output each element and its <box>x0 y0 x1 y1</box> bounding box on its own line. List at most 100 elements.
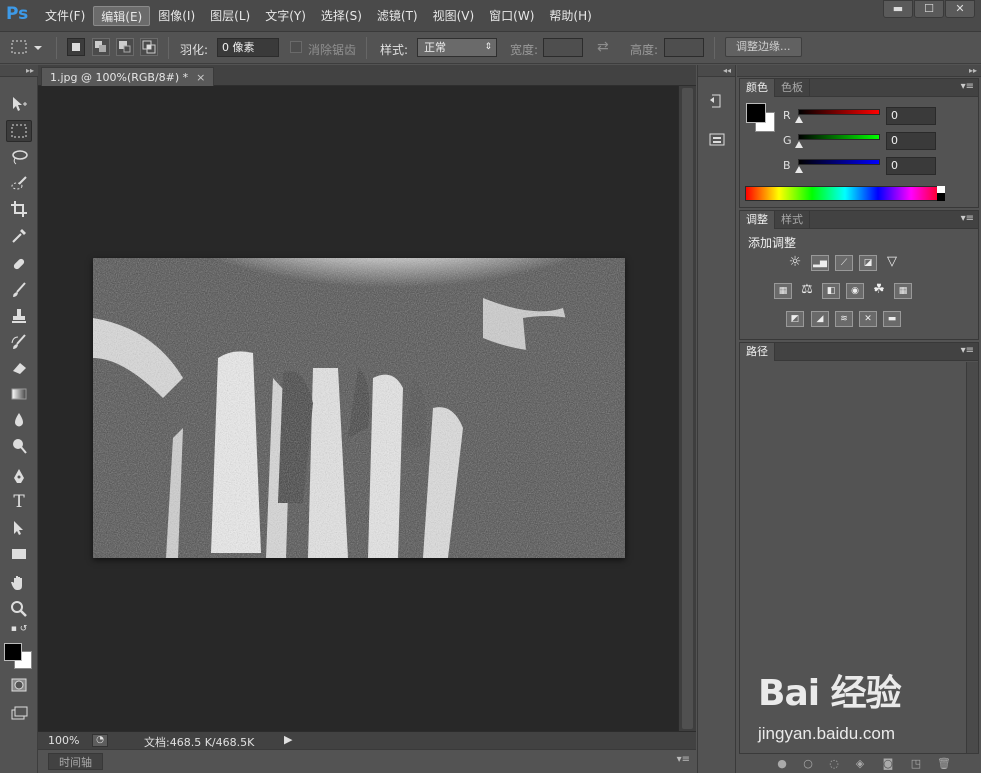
invert-icon[interactable]: ◩ <box>786 311 804 327</box>
dodge-tool-icon[interactable] <box>6 435 32 457</box>
tab-adjustments[interactable]: 调整 <box>740 211 775 229</box>
move-tool-icon[interactable] <box>6 93 32 115</box>
r-slider-track[interactable] <box>798 109 880 115</box>
tab-paths[interactable]: 路径 <box>740 343 775 361</box>
new-path-icon[interactable]: ◳ <box>909 757 923 771</box>
pen-tool-icon[interactable] <box>6 465 32 487</box>
close-button[interactable]: ✕ <box>945 0 975 18</box>
curves-icon[interactable]: ⟋ <box>835 255 853 271</box>
g-slider-track[interactable] <box>798 134 880 140</box>
zoom-level[interactable]: 100% <box>48 734 79 747</box>
eyedropper-tool-icon[interactable] <box>6 225 32 247</box>
b-value-input[interactable]: 0 <box>886 157 936 175</box>
foreground-color-swatch[interactable] <box>4 643 22 661</box>
panel-menu-icon[interactable]: ▾≡ <box>961 345 974 356</box>
status-info-icon[interactable]: ◔ <box>92 734 108 747</box>
menu-help[interactable]: 帮助(H) <box>542 6 598 26</box>
history-brush-tool-icon[interactable] <box>6 331 32 353</box>
height-input[interactable] <box>664 38 704 57</box>
hand-tool-icon[interactable] <box>6 572 32 594</box>
r-value-input[interactable]: 0 <box>886 107 936 125</box>
vertical-scrollbar[interactable] <box>678 86 696 731</box>
history-panel-icon[interactable] <box>706 91 728 113</box>
canvas-area[interactable] <box>38 86 678 731</box>
zoom-tool-icon[interactable] <box>6 598 32 620</box>
collapse-icon[interactable]: ◂◂ <box>698 65 735 77</box>
document-tab[interactable]: 1.jpg @ 100%(RGB/8#) * × <box>41 67 215 86</box>
default-colors-icon[interactable]: ▪ ↺ <box>6 621 32 637</box>
b-slider-track[interactable] <box>798 159 880 165</box>
make-work-path-icon[interactable]: ◈ <box>853 757 867 771</box>
black-white-icon[interactable]: ◧ <box>822 283 840 299</box>
black-white-ramp[interactable] <box>937 186 945 201</box>
width-input[interactable] <box>543 38 583 57</box>
menu-edit[interactable]: 编辑(E) <box>93 6 151 26</box>
menu-select[interactable]: 选择(S) <box>314 6 369 26</box>
load-selection-icon[interactable]: ◌ <box>827 757 841 771</box>
collapse-icon[interactable]: ▸▸ <box>0 65 38 77</box>
healing-brush-tool-icon[interactable] <box>6 253 32 275</box>
trash-icon[interactable]: 🗑 <box>937 757 951 771</box>
exposure-icon[interactable]: ◪ <box>859 255 877 271</box>
path-selection-tool-icon[interactable] <box>6 517 32 539</box>
add-to-selection-icon[interactable] <box>92 38 110 56</box>
menu-filter[interactable]: 滤镜(T) <box>370 6 425 26</box>
menu-type[interactable]: 文字(Y) <box>258 6 313 26</box>
rect-marquee-tool-icon[interactable] <box>6 120 32 142</box>
color-spectrum-bar[interactable] <box>745 186 945 201</box>
brightness-contrast-icon[interactable]: ☼ <box>786 255 804 271</box>
add-mask-icon[interactable]: ◙ <box>881 757 895 771</box>
feather-input[interactable]: 0 像素 <box>217 38 279 57</box>
intersect-selection-icon[interactable] <box>140 38 158 56</box>
subtract-from-selection-icon[interactable] <box>116 38 134 56</box>
timeline-tab[interactable]: 时间轴 <box>48 753 103 770</box>
blur-tool-icon[interactable] <box>6 409 32 431</box>
menu-view[interactable]: 视图(V) <box>426 6 482 26</box>
panel-menu-icon[interactable]: ▾≡ <box>961 81 974 92</box>
maximize-button[interactable]: ☐ <box>914 0 944 18</box>
tab-swatches[interactable]: 色板 <box>775 79 810 97</box>
screen-mode-icon[interactable] <box>6 702 32 724</box>
panel-menu-icon[interactable]: ▾≡ <box>961 213 974 224</box>
fill-path-icon[interactable]: ● <box>775 757 789 771</box>
menu-file[interactable]: 文件(F) <box>38 6 92 26</box>
paths-scrollbar[interactable] <box>966 362 978 772</box>
g-slider-knob[interactable] <box>795 141 803 148</box>
color-balance-icon[interactable]: ⚖ <box>798 283 816 299</box>
channel-mixer-icon[interactable]: ☘ <box>870 283 888 299</box>
posterize-icon[interactable]: ◢ <box>811 311 829 327</box>
crop-tool-icon[interactable] <box>6 198 32 220</box>
quick-mask-icon[interactable] <box>6 674 32 696</box>
menu-image[interactable]: 图像(I) <box>151 6 202 26</box>
new-selection-icon[interactable] <box>67 38 85 56</box>
antialias-checkbox[interactable] <box>290 41 302 53</box>
scrollbar-thumb[interactable] <box>682 88 693 729</box>
refine-edge-button[interactable]: 调整边缘... <box>725 37 802 57</box>
color-lookup-icon[interactable]: ▦ <box>894 283 912 299</box>
hue-saturation-icon[interactable]: ▦ <box>774 283 792 299</box>
style-select[interactable]: 正常 ⇕ <box>417 38 497 57</box>
marquee-preset-icon[interactable] <box>10 37 44 60</box>
menu-window[interactable]: 窗口(W) <box>482 6 541 26</box>
gradient-map-icon[interactable]: ▬ <box>883 311 901 327</box>
gradient-tool-icon[interactable] <box>6 383 32 405</box>
photo-filter-icon[interactable]: ◉ <box>846 283 864 299</box>
clone-stamp-tool-icon[interactable] <box>6 305 32 327</box>
type-tool-icon[interactable]: T <box>6 491 32 513</box>
selective-color-icon[interactable]: ✕ <box>859 311 877 327</box>
minimize-button[interactable]: ▬ <box>883 0 913 18</box>
tab-close-icon[interactable]: × <box>196 71 205 84</box>
collapse-icon[interactable]: ▸▸ <box>737 65 981 77</box>
vibrance-icon[interactable]: ▽ <box>883 255 901 271</box>
rectangle-tool-icon[interactable] <box>6 543 32 565</box>
lasso-tool-icon[interactable] <box>6 146 32 168</box>
properties-panel-icon[interactable] <box>706 129 728 151</box>
threshold-icon[interactable]: ≋ <box>835 311 853 327</box>
brush-tool-icon[interactable] <box>6 279 32 301</box>
levels-icon[interactable]: ▂▅ <box>811 255 829 271</box>
timeline-menu-icon[interactable]: ▾≡ <box>677 754 690 765</box>
g-value-input[interactable]: 0 <box>886 132 936 150</box>
eraser-tool-icon[interactable] <box>6 357 32 379</box>
stroke-path-icon[interactable]: ○ <box>801 757 815 771</box>
tab-styles[interactable]: 样式 <box>775 211 810 229</box>
